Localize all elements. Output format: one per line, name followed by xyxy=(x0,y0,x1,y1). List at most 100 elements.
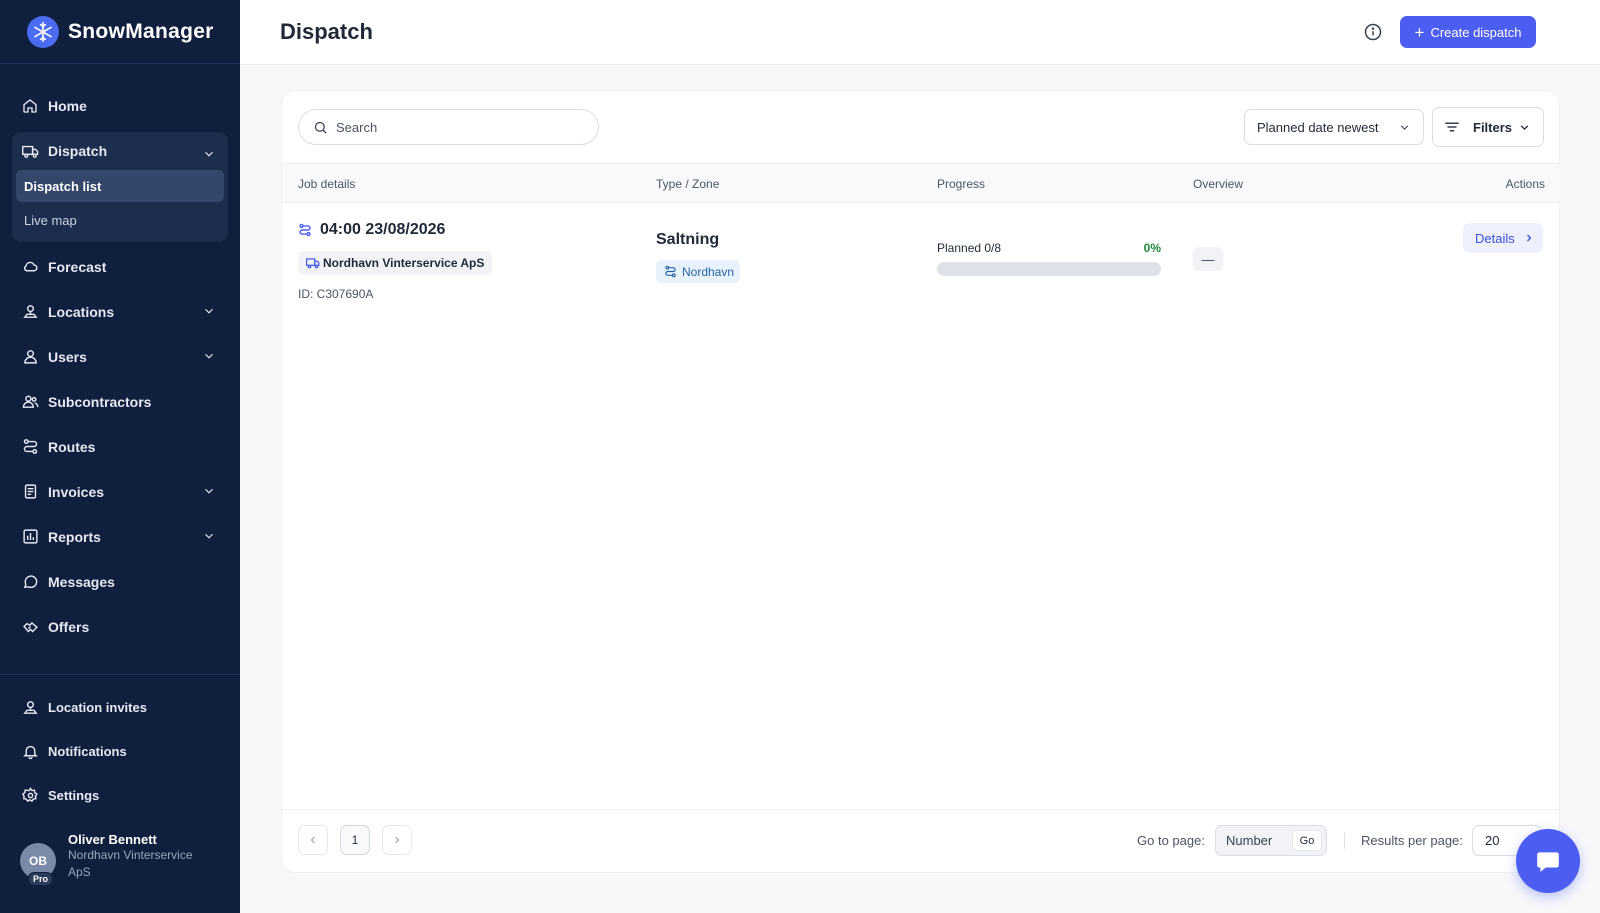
chat-launcher-button[interactable] xyxy=(1516,829,1580,893)
plus-icon: + xyxy=(1414,22,1425,42)
chevron-down-icon xyxy=(205,488,213,494)
info-icon[interactable] xyxy=(1363,22,1383,42)
chevron-right-icon xyxy=(1526,234,1532,242)
chevron-down-icon xyxy=(1400,125,1409,130)
overview-chip: — xyxy=(1193,247,1223,271)
column-header-actions: Actions xyxy=(1505,177,1545,191)
filters-label: Filters xyxy=(1473,119,1513,135)
job-type: Saltning xyxy=(656,231,720,248)
details-button[interactable]: Details xyxy=(1463,223,1543,253)
sidebar-item-label: Settings xyxy=(48,787,100,803)
chevron-down-icon xyxy=(1520,125,1529,131)
zone-name: Nordhavn xyxy=(682,264,735,279)
sidebar-item-label: Invoices xyxy=(48,483,105,500)
plan-badge: Pro xyxy=(28,872,54,886)
sidebar-item-label: Offers xyxy=(48,618,90,635)
location-pin-icon xyxy=(21,303,39,321)
sidebar-item-invoices[interactable]: Invoices xyxy=(12,469,228,514)
zone-tag: Nordhavn xyxy=(656,260,741,283)
column-header-progress: Progress xyxy=(937,177,986,191)
users-icon xyxy=(21,393,39,411)
go-button[interactable]: Go xyxy=(1292,830,1322,851)
column-header-type-zone: Type / Zone xyxy=(656,177,720,191)
sidebar-item-locations[interactable]: Locations xyxy=(12,289,228,334)
sidebar-item-label: Forecast xyxy=(48,258,107,275)
sidebar-item-offers[interactable]: Offers xyxy=(12,604,228,649)
prev-page-button[interactable] xyxy=(298,825,328,855)
sidebar-item-location-invites[interactable]: Location invites xyxy=(12,685,228,729)
sidebar-subitem-live-map[interactable]: Live map xyxy=(16,204,224,236)
sidebar-item-label: Location invites xyxy=(48,699,147,715)
cloud-icon xyxy=(21,258,39,276)
sidebar-item-subcontractors[interactable]: Subcontractors xyxy=(12,379,228,424)
progress-percent: 0% xyxy=(1143,241,1161,255)
sidebar-item-home[interactable]: Home xyxy=(12,83,228,128)
sidebar-item-users[interactable]: Users xyxy=(12,334,228,379)
sidebar-bottom-nav: Location invites Notifications Settings xyxy=(12,685,228,817)
chevron-down-icon xyxy=(205,533,213,539)
column-header-overview: Overview xyxy=(1193,177,1244,191)
create-dispatch-button[interactable]: + Create dispatch xyxy=(1400,16,1536,48)
user-name: Oliver Bennett xyxy=(68,832,157,847)
sidebar-item-notifications[interactable]: Notifications xyxy=(12,729,228,773)
user-profile[interactable]: OB Pro Oliver Bennett Nordhavn Vinterser… xyxy=(20,832,208,886)
avatar-initials: OB xyxy=(29,854,47,868)
chat-icon xyxy=(21,573,39,591)
sidebar-item-routes[interactable]: Routes xyxy=(12,424,228,469)
page-header: Dispatch + Create dispatch xyxy=(240,0,1600,65)
search-input[interactable] xyxy=(336,119,576,135)
results-per-page-value: 20 xyxy=(1485,833,1500,848)
user-org: Nordhavn Vinterservice ApS xyxy=(68,848,193,879)
goto-page-box: Go xyxy=(1215,825,1327,856)
filter-lines-icon xyxy=(1445,122,1459,132)
company-name: Nordhavn Vinterservice ApS xyxy=(323,256,485,270)
sidebar-item-messages[interactable]: Messages xyxy=(12,559,228,604)
search-box[interactable] xyxy=(298,109,599,145)
chevron-down-icon xyxy=(205,308,213,314)
results-per-page-label: Results per page: xyxy=(1361,833,1463,848)
chevron-up-icon xyxy=(205,151,213,157)
sidebar-divider xyxy=(0,674,240,675)
next-page-button[interactable] xyxy=(382,825,412,855)
sidebar-item-label: Subcontractors xyxy=(48,393,152,410)
document-icon xyxy=(21,483,39,501)
home-icon xyxy=(21,97,39,115)
brand[interactable]: SnowManager xyxy=(0,0,240,64)
company-tag: Nordhavn Vinterservice ApS xyxy=(298,251,493,275)
goto-page-input[interactable] xyxy=(1226,833,1288,848)
route-icon xyxy=(299,223,311,237)
search-icon xyxy=(314,121,327,134)
chevron-left-icon xyxy=(310,836,315,844)
dispatch-list-card: Planned date newest Filters Job details … xyxy=(281,90,1561,873)
sidebar-item-label: Dispatch xyxy=(48,143,108,159)
filters-button[interactable]: Filters xyxy=(1432,107,1544,147)
job-time-text: 04:00 23/08/2026 xyxy=(320,221,446,238)
sidebar-item-forecast[interactable]: Forecast xyxy=(12,244,228,289)
route-icon xyxy=(21,438,39,456)
sidebar-item-reports[interactable]: Reports xyxy=(12,514,228,559)
chat-bubble-icon xyxy=(1537,852,1559,872)
sidebar-item-label: Notifications xyxy=(48,743,127,759)
table-row: 04:00 23/08/2026 Nordhavn Vinterservice … xyxy=(282,204,1561,314)
goto-page-label: Go to page: xyxy=(1137,833,1205,848)
gear-icon xyxy=(21,786,39,804)
chevron-right-icon xyxy=(395,836,400,844)
details-label: Details xyxy=(1475,230,1515,246)
sort-label: Planned date newest xyxy=(1257,119,1379,135)
sidebar-item-label: Messages xyxy=(48,573,115,590)
sort-select[interactable]: Planned date newest xyxy=(1244,109,1424,145)
snowflake-icon xyxy=(27,15,59,48)
brand-name: SnowManager xyxy=(68,19,214,43)
user-icon xyxy=(21,348,39,366)
location-pin-icon xyxy=(21,698,39,716)
sidebar-item-settings[interactable]: Settings xyxy=(12,773,228,817)
route-icon xyxy=(665,265,676,278)
sidebar-subitem-dispatch-list[interactable]: Dispatch list xyxy=(16,170,224,202)
card-footer-divider xyxy=(282,809,1561,810)
handshake-icon xyxy=(21,618,39,636)
truck-icon xyxy=(306,258,320,269)
dispatch-group: Dispatch Dispatch list Live map xyxy=(12,132,228,242)
page-number-button[interactable]: 1 xyxy=(340,825,370,855)
sidebar-item-dispatch[interactable]: Dispatch xyxy=(12,132,228,170)
create-dispatch-label: Create dispatch xyxy=(1430,24,1522,40)
